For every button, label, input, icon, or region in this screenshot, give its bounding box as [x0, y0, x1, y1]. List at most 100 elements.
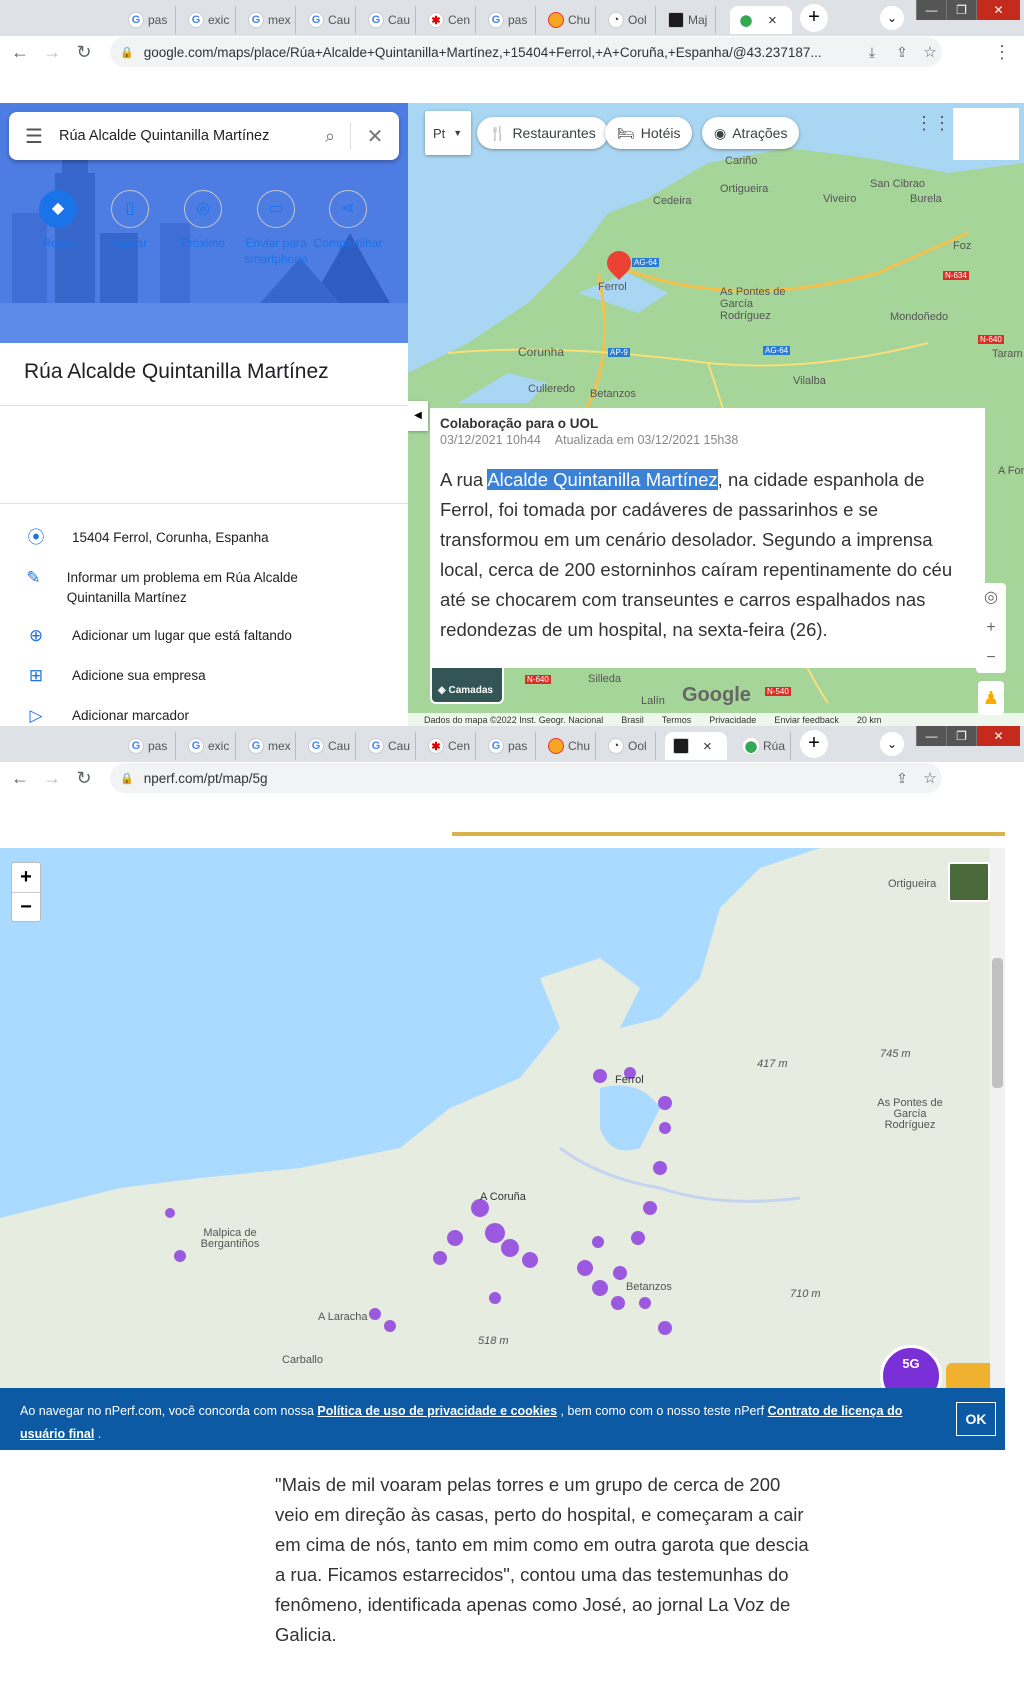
tab[interactable]: Gpas	[480, 732, 536, 760]
minimize-icon[interactable]: —	[916, 726, 946, 746]
report-problem-row[interactable]: ✎ Informar um problema em Rúa Alcalde Qui…	[24, 568, 344, 608]
chevron-down-icon[interactable]: ⌄	[880, 732, 904, 756]
back-icon[interactable]: ←	[8, 768, 32, 789]
tab[interactable]: Gexic	[180, 732, 236, 760]
tab[interactable]: Maj	[660, 6, 716, 34]
account-area[interactable]	[953, 108, 1019, 160]
new-tab-button[interactable]: +	[800, 4, 828, 32]
tab[interactable]: Chu	[540, 732, 596, 760]
tab[interactable]: ⬤ Rúa	[735, 732, 791, 760]
tab-strip: Gpas Gexic Gmex G Cau G Cau ✱ Cen Gpas Chu …	[0, 0, 1024, 36]
google-icon: G	[488, 12, 504, 28]
reload-icon[interactable]: ↻	[72, 42, 96, 63]
chip-restaurants[interactable]: 🍴 Restaurantes	[477, 117, 608, 149]
google-icon: G	[188, 738, 204, 754]
article-updated: Atualizada em 03/12/2021 15h38	[554, 433, 739, 447]
restore-icon[interactable]: ❐	[946, 726, 976, 746]
add-label-row[interactable]: ▷ Adicionar marcador	[24, 706, 189, 726]
add-place-row[interactable]: ⊕ Adicionar um lugar que está faltando	[24, 626, 292, 646]
back-icon[interactable]: ←	[8, 42, 32, 63]
tab[interactable]: Gmex	[240, 6, 296, 34]
menu-dots-icon[interactable]: ⋮	[990, 42, 1014, 63]
close-tab-icon[interactable]: ×	[703, 738, 712, 755]
save-button[interactable]: ▯ Salvar	[95, 190, 165, 251]
zoom-out-button[interactable]: −	[12, 893, 40, 922]
restore-icon[interactable]: ❐	[946, 0, 976, 20]
collapse-panel-button[interactable]: ◀	[408, 401, 428, 431]
highlighted-text[interactable]: Alcalde Quintanilla Martínez	[487, 469, 718, 490]
url-field[interactable]: 🔒 google.com/maps/place/Rúa+Alcalde+Quint…	[110, 37, 942, 67]
google-icon: G	[248, 12, 264, 28]
gauge-icon: ◔	[608, 738, 624, 754]
pegman-icon[interactable]: ♟	[978, 681, 1004, 715]
apps-grid-icon[interactable]: ⋮⋮	[915, 113, 951, 135]
tab[interactable]: Chu	[540, 6, 596, 34]
maps-pin-icon: ⬤	[743, 738, 759, 754]
tab-active-maps[interactable]: ⬤ ×	[730, 6, 792, 34]
tab[interactable]: ◔ Ool	[600, 732, 656, 760]
search-input[interactable]: Rúa Alcalde Quintanilla Martínez	[59, 128, 310, 144]
tab[interactable]: Gexic	[180, 6, 236, 34]
tab[interactable]: ✱ Cen	[420, 6, 476, 34]
bookmark-star-icon[interactable]: ☆	[918, 43, 942, 61]
cookie-banner: Ao navegar no nPerf.com, você concorda c…	[0, 1388, 1005, 1450]
lock-icon: 🔒	[120, 46, 134, 59]
chevron-down-icon[interactable]: ⌄	[880, 6, 904, 30]
tab[interactable]: ✱ Cen	[420, 732, 476, 760]
reload-icon[interactable]: ↻	[72, 768, 96, 789]
bookmark-star-icon[interactable]: ☆	[918, 769, 942, 787]
camera-icon: ◉	[714, 124, 727, 141]
tab[interactable]: Gmex	[240, 732, 296, 760]
hamburger-menu-icon[interactable]: ☰	[9, 124, 59, 149]
add-business-row[interactable]: ⊞ Adicione sua empresa	[24, 666, 206, 686]
share-icon[interactable]: ⇪	[890, 44, 914, 61]
tab[interactable]: Gpas	[120, 732, 176, 760]
star-icon: ✱	[428, 12, 444, 28]
send-to-phone-button[interactable]: ▭ Enviar para smartphone	[241, 190, 311, 267]
nearby-button[interactable]: ◎ Próximo	[168, 190, 238, 251]
share-icon[interactable]: ⇪	[890, 770, 914, 787]
google-icon: G	[308, 738, 324, 754]
scrollbar[interactable]	[990, 848, 1005, 1388]
share-button[interactable]: ⋖ Compartilhar	[313, 190, 383, 251]
search-box[interactable]: ☰ Rúa Alcalde Quintanilla Martínez ⌕ ✕	[9, 112, 399, 160]
store-icon: ⊞	[28, 666, 44, 685]
chip-hotels[interactable]: 🛏 Hotéis	[605, 117, 693, 149]
gauge-icon: ◔	[608, 12, 624, 28]
zoom-in-button[interactable]: +	[12, 863, 40, 893]
directions-button[interactable]: ◆ Rotas	[23, 190, 93, 251]
nperf-coverage-map[interactable]: + − Ortigueira 417 m 745 m Ferrol As Pont…	[0, 848, 1005, 1388]
forward-icon[interactable]: →	[40, 768, 64, 789]
address-row[interactable]: ⦿ 15404 Ferrol, Corunha, Espanha	[24, 528, 269, 548]
new-tab-button[interactable]: +	[800, 730, 828, 758]
maps-side-panel: ☰ Rúa Alcalde Quintanilla Martínez ⌕ ✕ R…	[0, 103, 408, 726]
minimize-icon[interactable]: —	[916, 0, 946, 20]
tab[interactable]: Gpas	[480, 6, 536, 34]
forward-icon[interactable]: →	[40, 42, 64, 63]
language-select[interactable]: Pt ▼	[425, 111, 471, 155]
tab[interactable]: G Cau	[360, 6, 416, 34]
tab[interactable]: Gpas	[120, 6, 176, 34]
app-icon	[673, 738, 689, 754]
tab[interactable]: G Cau	[360, 732, 416, 760]
location-pin-icon: ⦿	[27, 528, 45, 547]
tab-active-nperf[interactable]: ×	[665, 732, 727, 760]
app-icon	[668, 12, 684, 28]
tab[interactable]: G Cau	[300, 732, 356, 760]
tab[interactable]: G Cau	[300, 6, 356, 34]
install-icon[interactable]: ⤓	[860, 44, 884, 61]
url-field[interactable]: 🔒 nperf.com/pt/map/5g	[110, 763, 942, 793]
tab[interactable]: ◔ Ool	[600, 6, 656, 34]
bed-icon: 🛏	[617, 124, 635, 141]
google-icon: G	[308, 12, 324, 28]
chip-attractions[interactable]: ◉ Atrações	[702, 117, 800, 149]
satellite-toggle[interactable]	[948, 862, 990, 902]
close-icon[interactable]: ✕	[976, 0, 1020, 20]
cookie-ok-button[interactable]: OK	[956, 1402, 996, 1436]
close-tab-icon[interactable]: ×	[768, 12, 777, 29]
close-icon[interactable]: ✕	[351, 124, 399, 149]
window-controls: — ❐ ✕	[916, 726, 1020, 746]
search-icon[interactable]: ⌕	[310, 126, 350, 147]
close-icon[interactable]: ✕	[976, 726, 1020, 746]
privacy-policy-link[interactable]: Política de uso de privacidade e cookies	[317, 1404, 557, 1418]
